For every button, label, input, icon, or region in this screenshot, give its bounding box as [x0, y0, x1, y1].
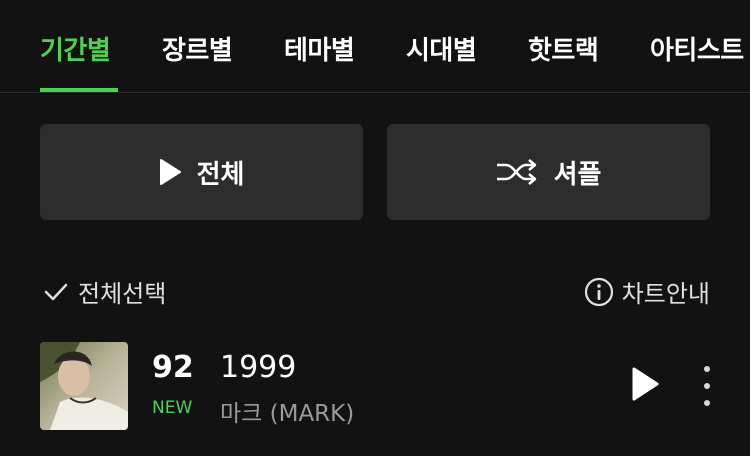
play-icon[interactable] — [630, 366, 660, 402]
chart-info-label: 차트안내 — [621, 280, 710, 308]
album-art[interactable] — [40, 342, 128, 430]
chart-tabs: 기간별 장르별 테마별 시대별 핫트랙 아티스트 — [0, 0, 750, 93]
select-all-label: 전체선택 — [78, 280, 167, 308]
chart-info-button[interactable]: 차트안내 — [584, 274, 710, 309]
more-dot — [704, 366, 710, 372]
shuffle-label: 셔플 — [553, 159, 602, 190]
track-title: 1999 — [220, 350, 297, 385]
tab-theme[interactable]: 테마별 — [284, 30, 355, 67]
play-all-button[interactable]: 전체 — [40, 124, 363, 220]
more-dot — [704, 383, 710, 389]
play-icon — [159, 159, 181, 185]
shuffle-button[interactable]: 셔플 — [387, 124, 710, 220]
tab-era[interactable]: 시대별 — [406, 30, 477, 67]
track-row[interactable]: 92 NEW 1999 마크 (MARK) — [0, 336, 750, 436]
track-rank: 92 — [152, 350, 194, 385]
info-icon — [584, 277, 613, 306]
tab-hot-track[interactable]: 핫트랙 — [528, 30, 599, 67]
more-dot — [704, 400, 710, 406]
shuffle-icon — [496, 159, 536, 185]
new-badge: NEW — [152, 398, 193, 418]
active-tab-indicator — [40, 88, 118, 92]
more-vertical-icon[interactable] — [694, 366, 720, 406]
select-all-button[interactable]: 전체선택 — [44, 274, 166, 309]
track-artist: 마크 (MARK) — [220, 401, 355, 427]
play-all-label: 전체 — [196, 159, 245, 190]
check-icon — [44, 283, 68, 300]
tab-genre[interactable]: 장르별 — [162, 30, 233, 67]
tab-artist[interactable]: 아티스트 — [650, 30, 744, 67]
tab-period[interactable]: 기간별 — [40, 30, 111, 67]
